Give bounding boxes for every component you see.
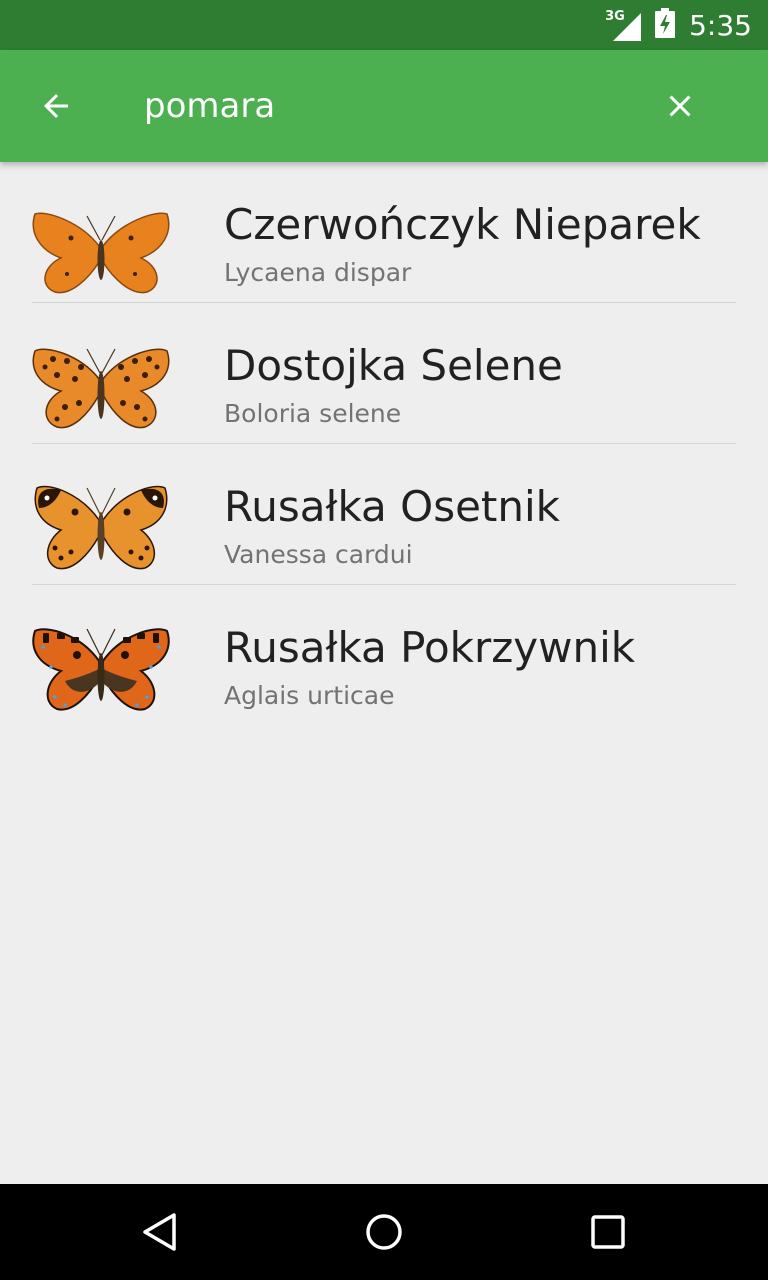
list-item[interactable]: Rusałka Osetnik Vanessa cardui — [0, 444, 768, 585]
close-icon — [669, 95, 691, 117]
nav-back-button[interactable] — [130, 1202, 190, 1262]
status-bar: 3G 5:35 — [0, 0, 768, 50]
butterfly-tortoiseshell-icon — [32, 628, 170, 711]
home-circle-icon — [366, 1214, 402, 1250]
back-triangle-icon — [143, 1213, 176, 1251]
results-list: Czerwończyk Nieparek Lycaena dispar Dost… — [0, 162, 768, 726]
species-latin-name: Aglais urticae — [224, 681, 395, 710]
search-toolbar — [0, 50, 768, 162]
clear-search-button[interactable] — [644, 70, 716, 142]
species-latin-name: Vanessa cardui — [224, 540, 413, 569]
species-latin-name: Boloria selene — [224, 399, 402, 428]
butterfly-painted-lady-icon — [34, 485, 168, 570]
search-input[interactable] — [144, 80, 624, 132]
butterfly-orange-icon — [32, 212, 170, 294]
species-name: Dostojka Selene — [224, 341, 563, 390]
arrow-back-icon — [44, 94, 68, 118]
nav-home-button[interactable] — [354, 1202, 414, 1262]
species-latin-name: Lycaena dispar — [224, 258, 412, 287]
species-name: Czerwończyk Nieparek — [224, 200, 701, 249]
species-name: Rusałka Osetnik — [224, 482, 560, 531]
nav-recents-button[interactable] — [578, 1202, 638, 1262]
battery-charging-icon — [655, 7, 676, 43]
system-nav-bar — [0, 1184, 768, 1280]
list-item[interactable]: Rusałka Pokrzywnik Aglais urticae — [0, 585, 768, 726]
list-item[interactable]: Czerwończyk Nieparek Lycaena dispar — [0, 162, 768, 303]
recents-square-icon — [591, 1215, 625, 1249]
list-item[interactable]: Dostojka Selene Boloria selene — [0, 303, 768, 444]
status-clock: 5:35 — [689, 8, 752, 42]
back-button[interactable] — [22, 70, 90, 142]
species-name: Rusałka Pokrzywnik — [224, 623, 636, 672]
signal-icon: 3G — [605, 9, 642, 41]
butterfly-spotted-icon — [32, 348, 170, 429]
